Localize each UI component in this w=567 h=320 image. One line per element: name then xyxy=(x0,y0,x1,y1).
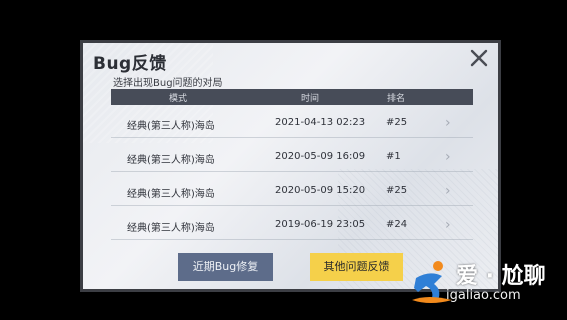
watermark-brand: 爱 · 尬聊 xyxy=(456,264,546,289)
match-mode: 经典(第三人称)海岛 xyxy=(127,223,215,234)
match-rank: #25 xyxy=(386,185,408,196)
match-row-4[interactable]: 经典(第三人称)海岛 2019-06-19 23:05 #24 › xyxy=(111,211,473,240)
match-time: 2020-05-09 16:09 xyxy=(275,151,366,162)
watermark-url: igaliao.com xyxy=(446,288,521,303)
match-time: 2019-06-19 23:05 xyxy=(275,219,366,230)
header-mode: 模式 xyxy=(169,94,188,104)
match-row-1[interactable]: 经典(第三人称)海岛 2021-04-13 02:23 #25 › xyxy=(111,109,473,138)
chevron-right-icon: › xyxy=(445,217,451,233)
watermark: 爱 · 尬聊 igaliao.com xyxy=(408,252,564,312)
dialog-title: Bug反馈 xyxy=(93,54,167,74)
header-time: 时间 xyxy=(301,94,320,104)
match-rank: #25 xyxy=(386,117,408,128)
match-row-3[interactable]: 经典(第三人称)海岛 2020-05-09 15:20 #25 › xyxy=(111,177,473,206)
dialog-subtitle: 选择出现Bug问题的对局 xyxy=(113,78,223,89)
match-time: 2021-04-13 02:23 xyxy=(275,117,366,128)
close-icon xyxy=(470,49,488,67)
match-mode: 经典(第三人称)海岛 xyxy=(127,189,215,200)
chevron-right-icon: › xyxy=(445,115,451,131)
chevron-right-icon: › xyxy=(445,183,451,199)
match-time: 2020-05-09 15:20 xyxy=(275,185,366,196)
chevron-right-icon: › xyxy=(445,149,451,165)
match-mode: 经典(第三人称)海岛 xyxy=(127,121,215,132)
match-row-2[interactable]: 经典(第三人称)海岛 2020-05-09 16:09 #1 › xyxy=(111,143,473,172)
table-header: 模式 时间 排名 xyxy=(111,89,473,105)
match-rank: #24 xyxy=(386,219,408,230)
close-button[interactable] xyxy=(468,47,490,69)
match-mode: 经典(第三人称)海岛 xyxy=(127,155,215,166)
other-feedback-button[interactable]: 其他问题反馈 xyxy=(310,253,403,281)
header-rank: 排名 xyxy=(387,94,406,104)
match-rank: #1 xyxy=(386,151,401,162)
recent-bug-fix-button[interactable]: 近期Bug修复 xyxy=(178,253,273,281)
